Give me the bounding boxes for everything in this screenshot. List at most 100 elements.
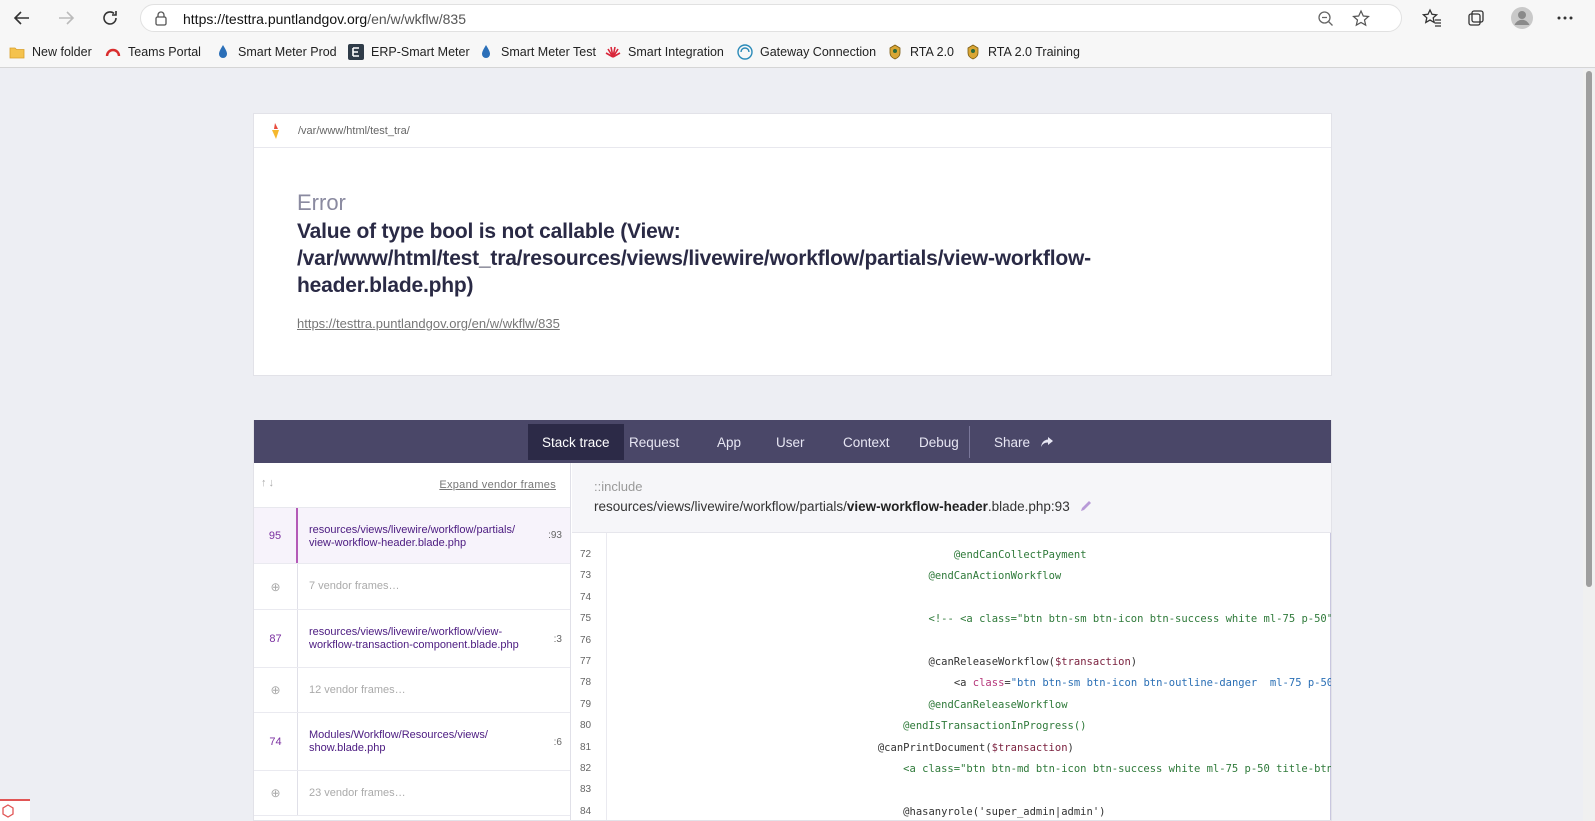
bookmark-smart-meter-prod[interactable]: Smart Meter Prod xyxy=(215,42,337,62)
frame-number: 87 xyxy=(254,610,298,667)
code-token: @canPrintDocument( xyxy=(877,741,992,754)
bookmark-gateway-connection[interactable]: Gateway Connection xyxy=(737,42,876,62)
tabs-separator xyxy=(969,426,970,458)
code-token: $transaction xyxy=(1054,656,1131,668)
browser-toolbar: https://testtra.puntlandgov.org/en/w/wkf… xyxy=(0,0,1595,36)
zoom-out-icon[interactable] xyxy=(1316,9,1336,29)
code-viewer: ::include resources/views/livewire/workf… xyxy=(572,463,1332,820)
line-number: 77 xyxy=(580,656,592,667)
tab-request[interactable]: Request xyxy=(615,424,693,460)
page-scrollbar[interactable] xyxy=(1583,69,1595,821)
folder-icon xyxy=(9,47,25,59)
line-number: 73 xyxy=(580,570,592,582)
code-token: @canReleaseWorkflow( xyxy=(928,656,1055,668)
bookmarks-bar: New folder Teams Portal Smart Meter Prod… xyxy=(0,36,1595,68)
favorite-add-icon[interactable] xyxy=(1351,9,1371,29)
code-line: 81 @canPrintDocument($transaction) xyxy=(572,738,1331,760)
profile-avatar-icon[interactable] xyxy=(1510,6,1534,30)
laravel-logo-icon xyxy=(0,799,30,821)
expand-plus-icon: ⊕ xyxy=(254,771,298,815)
code-listing: 72 @endCanCollectPayment 73 @endCanActionWo… xyxy=(572,533,1332,820)
globe-icon xyxy=(737,44,753,60)
code-line: 80 @endIsTransactionInProgress() xyxy=(572,716,1331,738)
share-button[interactable]: Share xyxy=(980,424,1068,460)
tab-debug[interactable]: Debug xyxy=(905,424,973,460)
code-token: <!-- <a class="btn btn-sm btn-icon btn-s… xyxy=(928,613,1332,626)
frames-header: ↑↓ Expand vendor frames xyxy=(254,463,570,508)
scrollbar-thumb[interactable] xyxy=(1586,71,1592,587)
code-line: 82 <a class="btn btn-md btn-icon btn-succ… xyxy=(572,759,1331,781)
error-header: /var/www/html/test_tra/ xyxy=(254,114,1331,148)
tab-stack-trace[interactable]: Stack trace xyxy=(528,424,624,460)
pencil-edit-icon[interactable] xyxy=(1079,499,1093,513)
error-message: Value of type bool is not callable (View… xyxy=(297,220,1091,297)
code-token: @endCanReleaseWorkflow xyxy=(928,698,1068,711)
vendor-frames-toggle[interactable]: ⊕ 7 vendor frames… xyxy=(254,564,570,610)
arrow-right-icon xyxy=(59,11,75,25)
code-line: 77 @canReleaseWorkflow($transaction) xyxy=(572,652,1331,674)
stack-trace-panel: Stack trace Request App User Context Deb… xyxy=(253,420,1332,821)
reload-icon xyxy=(103,11,117,25)
code-token: @endCanActionWorkflow xyxy=(928,570,1062,583)
tab-context[interactable]: Context xyxy=(829,424,904,460)
drop-icon xyxy=(219,45,227,58)
address-bar[interactable]: https://testtra.puntlandgov.org/en/w/wkf… xyxy=(140,4,1402,32)
frame-line: :93 xyxy=(548,530,562,541)
frame-nav-arrows-icon[interactable]: ↑↓ xyxy=(261,477,276,489)
code-line: 76 xyxy=(572,631,1331,653)
forward-button[interactable] xyxy=(52,4,80,32)
bookmark-smart-integration[interactable]: Smart Integration xyxy=(605,42,724,62)
expand-plus-icon: ⊕ xyxy=(254,564,298,609)
code-header: ::include resources/views/livewire/workf… xyxy=(572,463,1331,533)
frame-item[interactable]: 87 resources/views/livewire/workflow/vie… xyxy=(254,610,570,668)
e-icon xyxy=(348,44,364,60)
line-number: 80 xyxy=(580,720,592,732)
emblem-icon xyxy=(967,44,979,60)
code-token: @endIsTransactionInProgress() xyxy=(903,720,1087,733)
expand-vendor-frames-link[interactable]: Expand vendor frames xyxy=(439,479,556,491)
bookmark-smart-meter-test[interactable]: Smart Meter Test xyxy=(478,42,596,62)
favorites-icon[interactable] xyxy=(1422,8,1442,28)
frame-item[interactable]: 95 resources/views/livewire/workflow/par… xyxy=(254,508,570,564)
line-number: 72 xyxy=(580,549,592,560)
code-line: 72 @endCanCollectPayment xyxy=(572,545,1331,567)
bookmark-rta-2-0-training[interactable]: RTA 2.0 Training xyxy=(965,42,1080,62)
frame-file: Modules/Workflow/Resources/views/ show.b… xyxy=(309,729,488,754)
vendor-frames-toggle[interactable]: ⊕ 12 vendor frames… xyxy=(254,668,570,713)
frame-line: :3 xyxy=(553,634,562,645)
reload-button[interactable] xyxy=(96,4,124,32)
code-token: ) xyxy=(1130,656,1138,668)
bookmark-erp-smart-meter[interactable]: ERP-Smart Meter xyxy=(348,42,470,62)
error-type: Error xyxy=(297,190,346,215)
code-line: 73 @endCanActionWorkflow xyxy=(572,566,1331,588)
more-menu-icon[interactable] xyxy=(1555,8,1575,28)
back-button[interactable] xyxy=(8,4,36,32)
code-source: <!-- <a class="btn btn-sm btn-icon btn-s… xyxy=(928,613,1332,626)
line-number: 78 xyxy=(580,677,592,689)
bookmark-new-folder[interactable]: New folder xyxy=(9,42,92,62)
code-source: @canReleaseWorkflow($transaction) xyxy=(929,656,1138,668)
code-file-path[interactable]: resources/views/livewire/workflow/partia… xyxy=(594,499,1093,514)
frame-kind: ::include xyxy=(594,479,643,494)
share-icon xyxy=(1041,437,1054,447)
error-url-link[interactable]: https://testtra.puntlandgov.org/en/w/wkf… xyxy=(297,316,560,331)
vendor-frames-toggle[interactable]: ⊕ 23 vendor frames… xyxy=(254,771,570,816)
collections-icon[interactable] xyxy=(1466,8,1486,28)
code-source: @endCanActionWorkflow xyxy=(929,570,1062,582)
tab-app[interactable]: App xyxy=(703,424,755,460)
line-number: 84 xyxy=(580,805,592,817)
code-line: 75 <!-- <a class="btn btn-sm btn-icon btn… xyxy=(572,609,1332,631)
code-source: @endCanReleaseWorkflow xyxy=(929,699,1068,711)
code-source: @endIsTransactionInProgress() xyxy=(903,720,1086,732)
frame-item[interactable]: 74 Modules/Workflow/Resources/views/ sho… xyxy=(254,713,570,771)
line-number: 83 xyxy=(580,784,592,796)
emblem-icon xyxy=(889,44,901,60)
huawei-icon xyxy=(605,46,621,58)
bookmark-rta-2-0[interactable]: RTA 2.0 xyxy=(887,42,954,62)
tab-user[interactable]: User xyxy=(762,424,819,460)
code-token: <a xyxy=(953,677,973,690)
code-source: @canPrintDocument($transaction) xyxy=(878,742,1074,754)
code-token: $transaction xyxy=(991,741,1068,754)
frame-number: 95 xyxy=(254,508,298,563)
bookmark-teams-portal[interactable]: Teams Portal xyxy=(105,42,201,62)
